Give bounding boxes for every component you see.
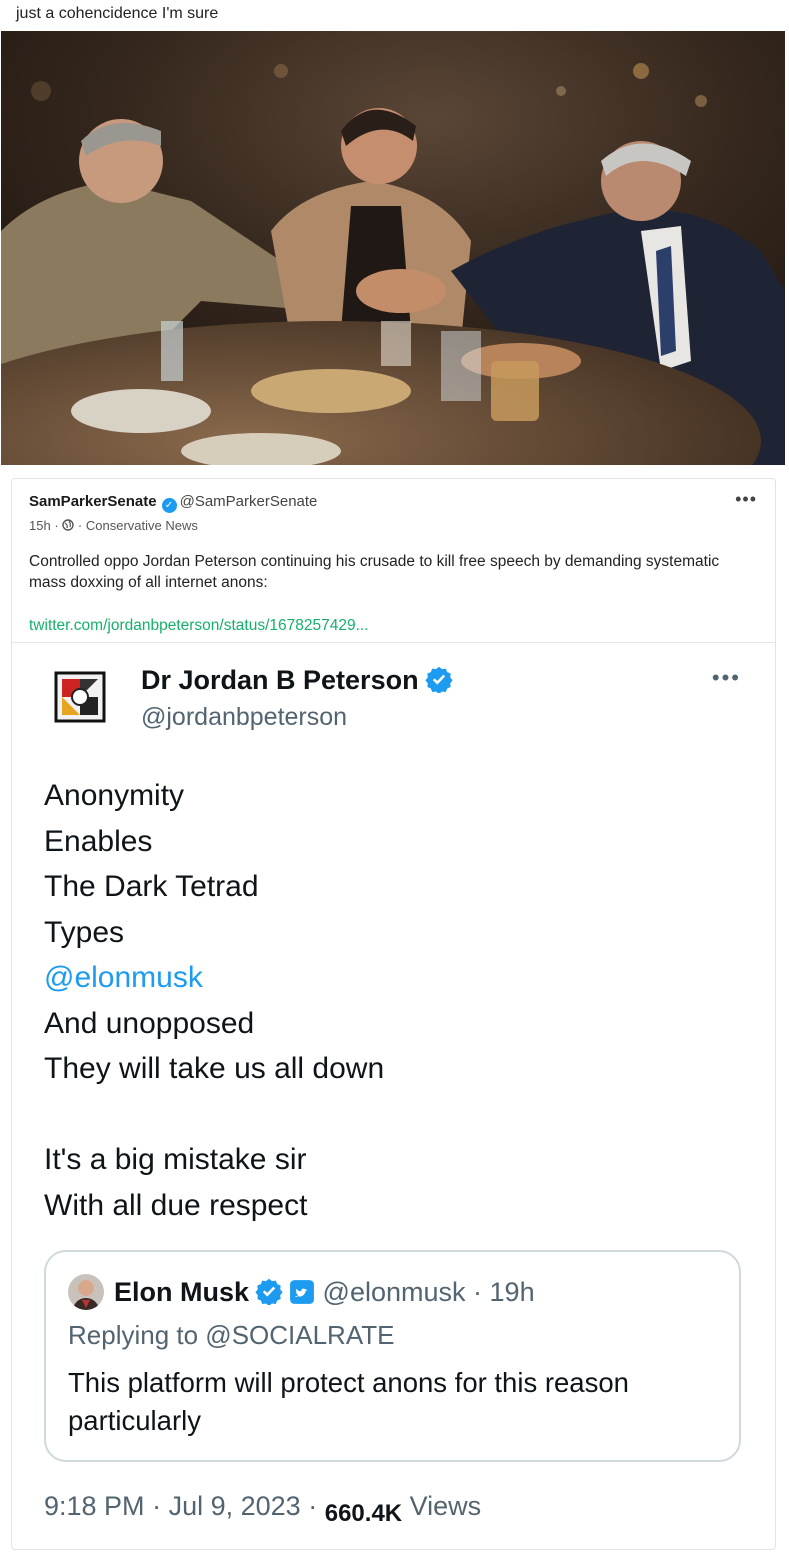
post-header: SamParkerSenate ✓ @SamParkerSenate (29, 493, 317, 513)
separator-dot: · (77, 518, 86, 533)
more-options-icon[interactable]: ••• (735, 489, 757, 510)
tweet-author-handle[interactable]: @jordanbpeterson (141, 703, 347, 732)
twitter-bird-icon (290, 1280, 314, 1304)
tweet-line: And unopposed (44, 1006, 255, 1040)
verified-badge-icon (255, 1278, 283, 1305)
quoted-author-handle[interactable]: @elonmusk (323, 1277, 466, 1307)
tweet-author-name[interactable]: Dr Jordan B Peterson (141, 665, 453, 696)
separator-dot: · (308, 1491, 318, 1521)
reddit-post-card: SamParkerSenate ✓ @SamParkerSenate 15h · ·… (11, 478, 776, 1550)
meme-photo (1, 31, 785, 465)
separator-dot: · (152, 1491, 162, 1521)
jbp-avatar (54, 671, 106, 723)
post-handle[interactable]: @SamParkerSenate (180, 493, 318, 510)
mention-link[interactable]: @elonmusk (44, 955, 384, 1001)
quoted-tweet-time: 19h (489, 1277, 535, 1307)
tweet-line: They will take us all down (44, 1052, 385, 1085)
tweet-text: Anonymity Enables The Dark Tetrad Types … (44, 773, 384, 1228)
tweet-time: 9:18 PM (44, 1491, 145, 1521)
quoted-tweet[interactable]: Elon Musk @elonmusk · 19h Replying to @S… (44, 1250, 741, 1462)
tweet-date: Jul 9, 2023 (168, 1491, 301, 1521)
quoted-tweet-text: This platform will protect anons for thi… (68, 1367, 629, 1436)
quoted-tweet-header: Elon Musk @elonmusk · 19h (114, 1274, 535, 1310)
dinner-handshake-photo (1, 31, 785, 465)
tweet-line: It's a big mistake sir (44, 1143, 307, 1176)
tweet-line: The Dark Tetrad (44, 870, 259, 903)
more-options-icon[interactable]: ••• (712, 665, 741, 691)
post-time: 15h (29, 518, 51, 533)
globe-icon (62, 519, 74, 531)
tweet-line: With all due respect (44, 1188, 308, 1222)
separator-dot: · (473, 1277, 483, 1307)
post-author[interactable]: SamParkerSenate (29, 493, 157, 510)
embedded-tweet-screenshot: Dr Jordan B Peterson @jordanbpeterson ••… (12, 643, 775, 1549)
post-body: Controlled oppo Jordan Peterson continui… (29, 553, 720, 591)
verified-badge-icon: ✓ (161, 498, 177, 513)
views-count: 660.4K (324, 1500, 403, 1527)
post-caption: just a cohencidence I'm sure (16, 5, 219, 22)
post-community[interactable]: Conservative News (86, 518, 198, 533)
musk-avatar (68, 1274, 104, 1310)
separator-dot: · (54, 518, 63, 533)
quoted-author-name[interactable]: Elon Musk (114, 1277, 249, 1307)
tweet-line: Anonymity (44, 779, 185, 812)
post-link[interactable]: twitter.com/jordanbpeterson/status/16782… (29, 617, 369, 635)
post-meta: 15h · · Conservative News (29, 518, 198, 533)
tweet-footer: 9:18 PM · Jul 9, 2023 · 660.4K Views (44, 1491, 481, 1528)
tweet-line: Enables (44, 824, 153, 858)
verified-badge-icon (425, 666, 453, 693)
tweet-line: Types (44, 915, 125, 949)
replying-to: Replying to @SOCIALRATE (68, 1320, 395, 1350)
views-label: Views (409, 1491, 482, 1521)
